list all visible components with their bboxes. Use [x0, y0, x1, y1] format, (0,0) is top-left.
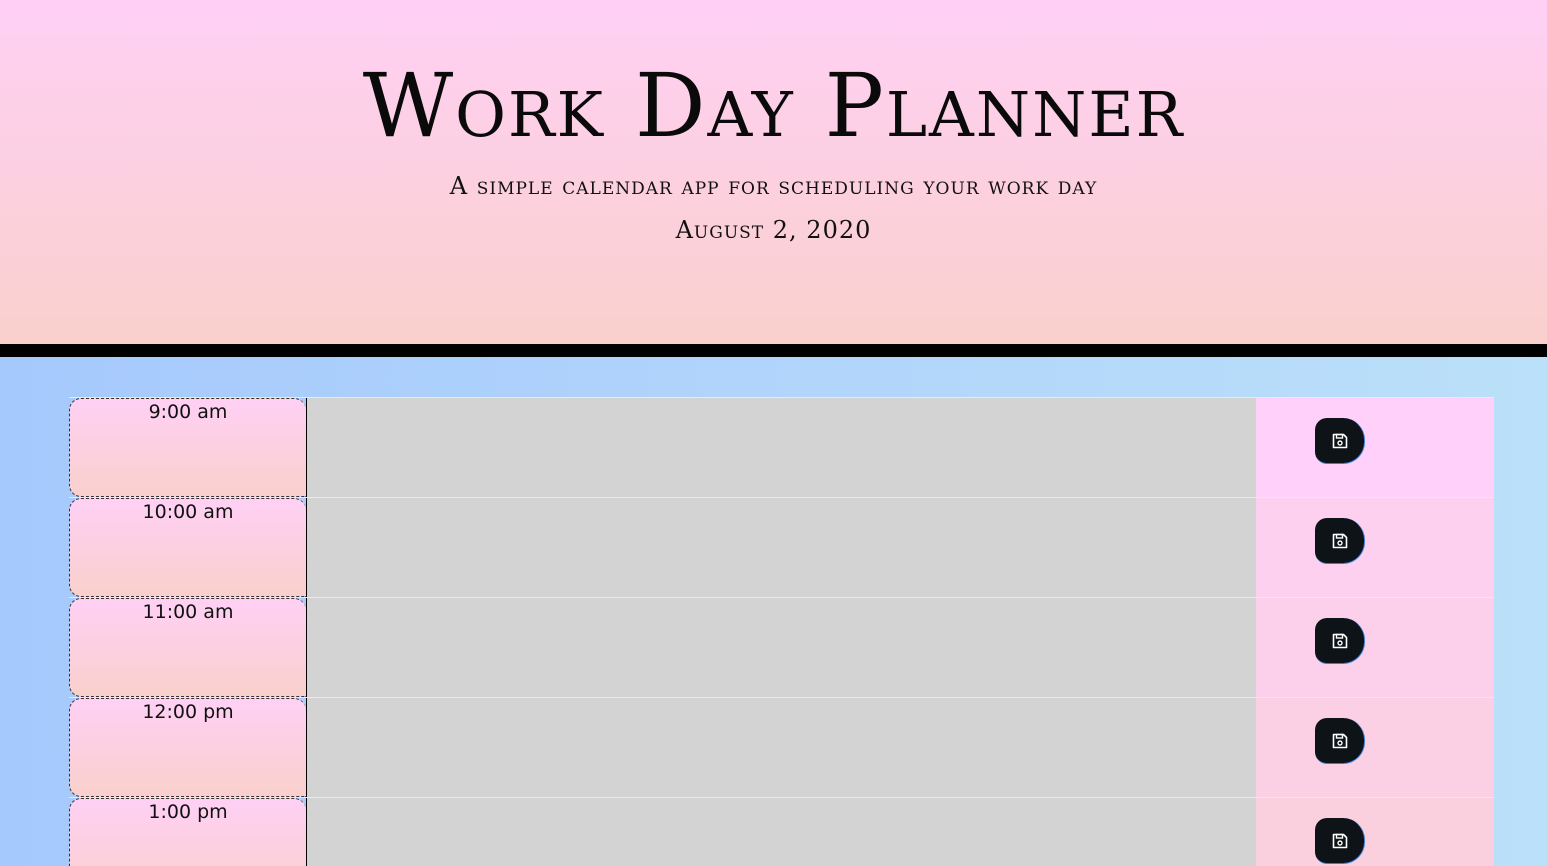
floppy-disk-icon	[1331, 532, 1349, 550]
time-block-row: 9:00 am	[69, 397, 1494, 497]
hour-label: 1:00 pm	[69, 798, 306, 866]
save-cell	[1256, 798, 1494, 866]
floppy-disk-icon	[1331, 432, 1349, 450]
hour-label: 12:00 pm	[69, 698, 306, 797]
hour-label: 10:00 am	[69, 498, 306, 597]
time-block-row: 10:00 am	[69, 497, 1494, 597]
hour-label: 11:00 am	[69, 598, 306, 697]
save-button[interactable]	[1315, 718, 1365, 764]
page-subtitle: A simple calendar app for scheduling you…	[449, 172, 1098, 200]
floppy-disk-icon	[1331, 732, 1349, 750]
time-block-row: 12:00 pm	[69, 697, 1494, 797]
save-cell	[1256, 598, 1494, 697]
planner-area: 9:00 am 10:00 am 11:00 am 12:00 pm 1:00 …	[0, 357, 1547, 866]
save-button[interactable]	[1315, 618, 1365, 664]
header-divider	[0, 344, 1547, 357]
floppy-disk-icon	[1331, 832, 1349, 850]
page-title: Work Day Planner	[362, 54, 1185, 157]
save-button[interactable]	[1315, 818, 1365, 864]
floppy-disk-icon	[1331, 632, 1349, 650]
save-button[interactable]	[1315, 518, 1365, 564]
save-button[interactable]	[1315, 418, 1365, 464]
save-cell	[1256, 398, 1494, 497]
event-description-input[interactable]	[306, 498, 1256, 597]
event-description-input[interactable]	[306, 798, 1256, 866]
event-description-input[interactable]	[306, 598, 1256, 697]
current-date: August 2, 2020	[675, 216, 872, 244]
event-description-input[interactable]	[306, 698, 1256, 797]
save-cell	[1256, 698, 1494, 797]
event-description-input[interactable]	[306, 398, 1256, 497]
save-cell	[1256, 498, 1494, 597]
time-block-row: 1:00 pm	[69, 797, 1494, 866]
time-block-row: 11:00 am	[69, 597, 1494, 697]
hour-label: 9:00 am	[69, 398, 306, 497]
page-header: Work Day Planner A simple calendar app f…	[0, 0, 1547, 344]
time-block-list: 9:00 am 10:00 am 11:00 am 12:00 pm 1:00 …	[69, 397, 1494, 866]
